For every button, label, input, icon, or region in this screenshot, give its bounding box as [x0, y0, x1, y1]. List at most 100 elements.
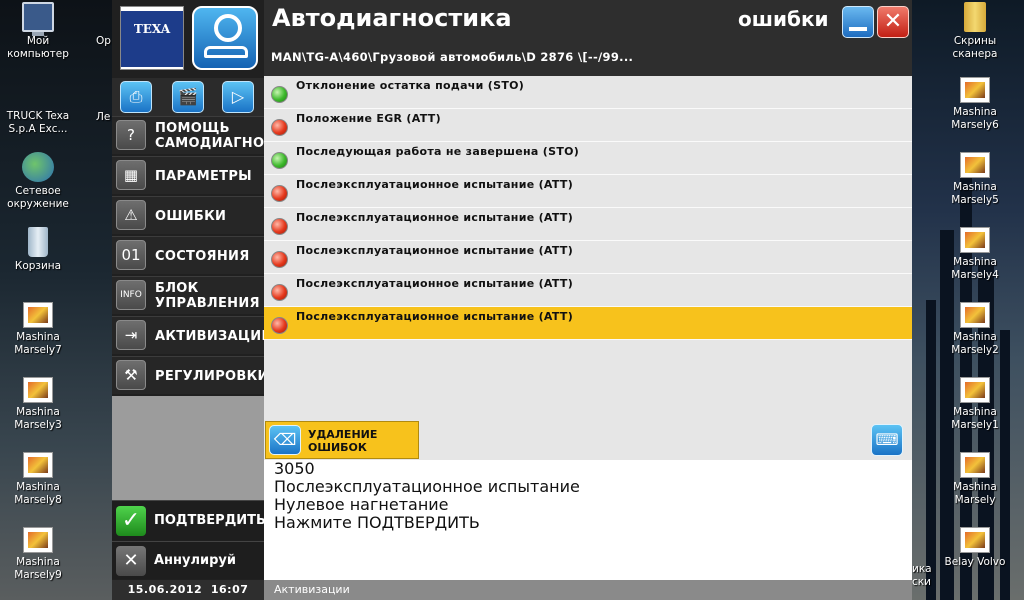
- error-text: Послеэксплуатационное испытание (ATT): [296, 211, 574, 224]
- close-icon: ✕: [116, 546, 146, 576]
- error-row[interactable]: Положение EGR (ATT): [264, 109, 912, 142]
- image-file-icon: [960, 452, 990, 478]
- desktop-icon[interactable]: Mashina Marsely1: [937, 377, 1013, 432]
- image-file-icon: [960, 227, 990, 253]
- status-led-green-icon: [271, 152, 288, 169]
- status-led-red-icon: [271, 284, 288, 301]
- desktop-icon-label: Мой компьютер: [7, 35, 69, 60]
- action-bar: ⌫ УДАЛЕНИЕ ОШИБОК ⌨: [264, 420, 912, 460]
- adjust-icon: ⚒: [116, 360, 146, 390]
- status-led-red-icon: [271, 185, 288, 202]
- menu-item-activations[interactable]: ⇥ АКТИВИЗАЦИИ: [112, 316, 273, 354]
- keyboard-icon[interactable]: ⌨: [871, 424, 903, 456]
- menu-item-label: ОШИБКИ: [155, 208, 227, 224]
- delete-label-line-2: ОШИБОК: [308, 441, 367, 454]
- status-led-red-icon: [271, 119, 288, 136]
- menu-item-label: РЕГУЛИРОВКИ: [155, 368, 269, 384]
- desktop-icon-label: Mashina Marsely8: [14, 481, 62, 506]
- error-code: 3050: [274, 459, 315, 478]
- error-row[interactable]: Послеэксплуатационное испытание (ATT): [264, 274, 912, 307]
- desktop-icon[interactable]: Belay Volvo: [937, 527, 1013, 569]
- menu-item-label: ПОМОЩЬ САМОДИАГНО...: [155, 121, 281, 151]
- error-row[interactable]: Отклонение остатка подачи (STO): [264, 76, 912, 109]
- error-list: Отклонение остатка подачи (STO) Положение…: [264, 76, 912, 420]
- status-bar: Активизации: [264, 580, 912, 600]
- desktop-icon[interactable]: Мой компьютер: [0, 2, 76, 61]
- desktop-icon[interactable]: Mashina Marsely2: [937, 302, 1013, 357]
- info-icon: INFO: [116, 280, 146, 310]
- error-row[interactable]: Послеэксплуатационное испытание (ATT): [264, 241, 912, 274]
- image-file-icon: [23, 527, 53, 553]
- cancel-label: Аннулируй: [154, 553, 237, 568]
- desktop-icon-label: Mashina Marsely7: [14, 331, 62, 356]
- desktop-icon[interactable]: Mashina Marsely3: [0, 377, 76, 432]
- clapperboard-icon[interactable]: 🎬: [172, 81, 204, 113]
- diagnostic-app-window: TEXA ⎙ 🎬 ▷ ? ПОМОЩЬ САМОДИАГНО... ▦ ПАРА…: [112, 0, 912, 600]
- status-led-red-icon: [271, 251, 288, 268]
- minimize-button[interactable]: [842, 6, 874, 38]
- desktop-icon[interactable]: Mashina Marsely7: [0, 302, 76, 357]
- menu-item-help[interactable]: ? ПОМОЩЬ САМОДИАГНО...: [112, 116, 281, 154]
- delete-errors-button[interactable]: ⌫ УДАЛЕНИЕ ОШИБОК: [265, 421, 419, 459]
- desktop-icon[interactable]: Mashina Marsely9: [0, 527, 76, 582]
- desktop-icon[interactable]: Корзина: [0, 227, 76, 273]
- image-file-icon: [960, 527, 990, 553]
- play-icon[interactable]: ▷: [222, 81, 254, 113]
- error-detail-panel: 3050 Послеэксплуатационное испытание Нул…: [264, 460, 912, 580]
- error-row[interactable]: Послеэксплуатационное испытание (ATT): [264, 307, 912, 340]
- desktop-icon-label: Mashina Marsely5: [951, 181, 999, 206]
- activation-icon: ⇥: [116, 320, 146, 350]
- image-file-icon: [960, 77, 990, 103]
- recycle-bin-icon: [28, 227, 48, 257]
- confirm-button[interactable]: ✓ ПОДТВЕРДИТЬ: [112, 500, 266, 540]
- error-text: Отклонение остатка подачи (STO): [296, 79, 525, 92]
- desktop-icon[interactable]: Mashina Marsely: [937, 452, 1013, 507]
- menu-item-states[interactable]: 01 СОСТОЯНИЯ: [112, 236, 264, 274]
- checkmark-icon: ✓: [116, 506, 146, 536]
- time-text: 16:07: [210, 583, 249, 596]
- error-row[interactable]: Послеэксплуатационное испытание (ATT): [264, 208, 912, 241]
- page-title: Автодиагностика: [272, 4, 512, 32]
- eraser-icon: ⌫: [269, 425, 301, 455]
- autodiagnostics-logo-icon: [192, 6, 258, 70]
- error-text: Послеэксплуатационное испытание (ATT): [296, 310, 574, 323]
- date-text: 15.06.2012: [127, 583, 203, 596]
- desktop-icon[interactable]: TRUCK Texa S.p.A Exc...: [0, 77, 166, 136]
- menu-item-adjustments[interactable]: ⚒ РЕГУЛИРОВКИ: [112, 356, 269, 394]
- close-window-button[interactable]: ✕: [877, 6, 909, 38]
- desktop-icon-partial-right[interactable]: ика ски: [912, 563, 932, 589]
- desktop-icon[interactable]: Mashina Marsely4: [937, 227, 1013, 282]
- menu-item-label: БЛОК УПРАВЛЕНИЯ: [155, 281, 260, 311]
- menu-item-parameters[interactable]: ▦ ПАРАМЕТРЫ: [112, 156, 264, 194]
- error-row[interactable]: Послеэксплуатационное испытание (ATT): [264, 175, 912, 208]
- image-file-icon: [23, 452, 53, 478]
- printer-icon[interactable]: ⎙: [120, 81, 152, 113]
- folder-icon: [964, 2, 986, 32]
- grid-icon: ▦: [116, 160, 146, 190]
- error-text: Послеэксплуатационное испытание (ATT): [296, 244, 574, 257]
- desktop-icon[interactable]: Mashina Marsely5: [937, 152, 1013, 207]
- desktop-icon-label: Сетевое окружение: [7, 185, 69, 210]
- status-led-green-icon: [271, 86, 288, 103]
- warning-icon: ⚠: [116, 200, 146, 230]
- menu-item-label: АКТИВИЗАЦИИ: [155, 328, 273, 344]
- desktop-icon-label: Mashina Marsely9: [14, 556, 62, 581]
- delete-label-line-1: УДАЛЕНИЕ: [308, 428, 378, 441]
- status-led-red-icon: [271, 218, 288, 235]
- error-row[interactable]: Последующая работа не завершена (STO): [264, 142, 912, 175]
- desktop-icon-label: Mashina Marsely1: [951, 406, 999, 431]
- desktop-icon[interactable]: Сетевое окружение: [0, 152, 76, 211]
- vehicle-path: MAN\TG-A\460\Грузовой автомобиль\D 2876 …: [271, 50, 634, 64]
- cancel-button[interactable]: ✕ Аннулируй: [112, 541, 264, 579]
- error-text: Положение EGR (ATT): [296, 112, 441, 125]
- desktop-icon[interactable]: Скрины сканера: [937, 2, 1013, 61]
- error-text: Послеэксплуатационное испытание (ATT): [296, 178, 574, 191]
- desktop-icon[interactable]: Mashina Marsely6: [937, 77, 1013, 132]
- menu-item-control-unit[interactable]: INFO БЛОК УПРАВЛЕНИЯ: [112, 276, 264, 314]
- desktop-icon[interactable]: Mashina Marsely8: [0, 452, 76, 507]
- sidebar-empty-area: [112, 396, 264, 500]
- minimize-icon: [849, 27, 867, 31]
- menu-item-errors[interactable]: ⚠ ОШИБКИ: [112, 196, 264, 234]
- computer-icon: [22, 2, 54, 36]
- menu-item-label: ПАРАМЕТРЫ: [155, 168, 252, 184]
